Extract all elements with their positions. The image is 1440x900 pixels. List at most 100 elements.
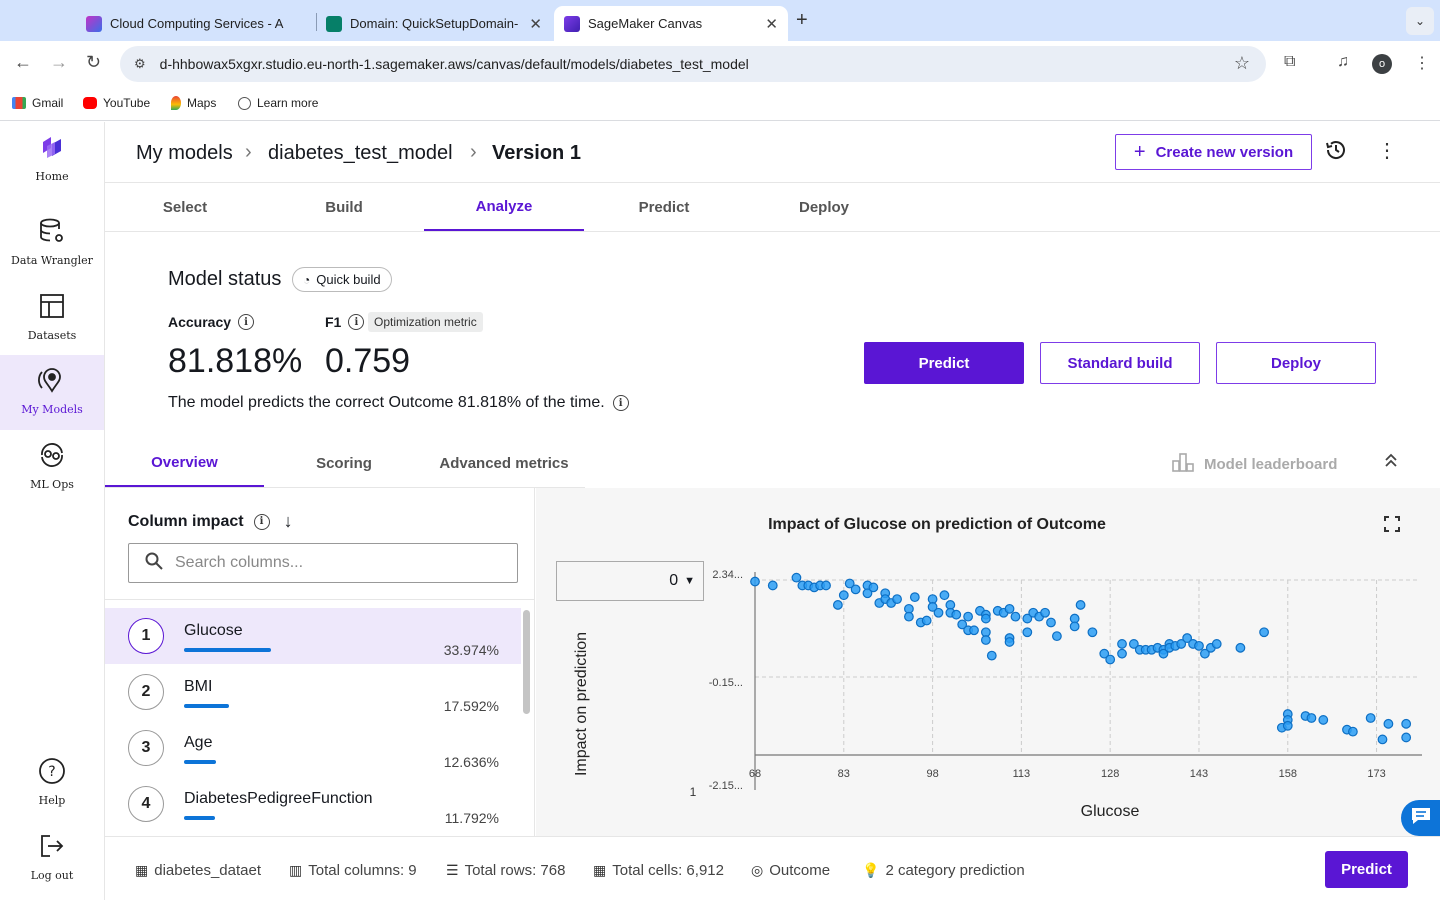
bookmark-learn-more[interactable]: Learn more bbox=[238, 96, 318, 110]
column-row-glucose[interactable]: 1 Glucose 33.974% bbox=[105, 608, 521, 664]
sidebar-item-my-models[interactable]: My Models bbox=[0, 355, 104, 430]
column-row-diabetes-pedigree[interactable]: 4 DiabetesPedigreeFunction 11.792% bbox=[105, 776, 521, 832]
model-leaderboard-button[interactable]: Model leaderboard bbox=[1172, 452, 1337, 476]
back-arrow-icon[interactable]: ← bbox=[14, 52, 32, 73]
tab-scoring[interactable]: Scoring bbox=[264, 440, 424, 487]
scatter-point bbox=[1347, 726, 1358, 737]
info-icon[interactable]: i bbox=[238, 314, 255, 330]
tab-advanced-metrics[interactable]: Advanced metrics bbox=[424, 440, 584, 487]
bookmark-maps[interactable]: Maps bbox=[171, 96, 216, 110]
rank-badge: 2 bbox=[128, 674, 164, 710]
table-icon bbox=[37, 291, 67, 321]
bookmarks-bar: Gmail YouTube Maps Learn more bbox=[0, 87, 1440, 121]
tab-select[interactable]: Select bbox=[105, 183, 265, 231]
site-info-icon[interactable]: ⚙ bbox=[134, 56, 146, 72]
browser-tab-sagemaker[interactable]: SageMaker Canvas ✕ bbox=[554, 6, 788, 41]
sidebar-item-datasets[interactable]: Datasets bbox=[0, 281, 104, 356]
info-icon[interactable]: i bbox=[253, 513, 270, 530]
svg-text:?: ? bbox=[48, 764, 55, 780]
x-tick-label: 143 bbox=[1190, 768, 1208, 780]
standard-build-button[interactable]: Standard build bbox=[1040, 342, 1200, 384]
new-tab-button[interactable]: + bbox=[796, 9, 808, 32]
extensions-puzzle-icon[interactable]: ⧉ bbox=[1284, 53, 1295, 71]
impact-percent: 33.974% bbox=[443, 642, 499, 658]
scatter-point bbox=[951, 609, 962, 620]
footer-prediction-type: 💡 2 category prediction bbox=[862, 862, 1025, 879]
speedometer-icon: ◔ bbox=[303, 272, 311, 287]
tab-search-chevron-icon[interactable]: ⌄ bbox=[1406, 7, 1434, 35]
sidebar-item-log-out[interactable]: Log out bbox=[0, 821, 104, 896]
forward-arrow-icon[interactable]: → bbox=[50, 52, 68, 73]
f1-value: 0.759 bbox=[325, 342, 411, 380]
sidebar-item-ml-ops[interactable]: ML Ops bbox=[0, 430, 104, 505]
browser-tab-domain[interactable]: Domain: QuickSetupDomain- ✕ bbox=[316, 6, 552, 41]
media-control-icon[interactable]: ♫ bbox=[1337, 53, 1349, 71]
collapse-chevrons-icon[interactable] bbox=[1383, 452, 1399, 473]
scatter-point bbox=[892, 594, 902, 604]
scatter-point bbox=[1046, 617, 1056, 628]
impact-bar bbox=[184, 760, 216, 764]
tab-overview[interactable]: Overview bbox=[105, 440, 264, 487]
column-impact-title: Column impact i ↓ bbox=[128, 511, 293, 532]
scatter-point bbox=[921, 615, 932, 626]
search-columns-input[interactable] bbox=[175, 554, 495, 572]
x-tick-label: 83 bbox=[838, 768, 850, 780]
breadcrumb-model[interactable]: diabetes_test_model bbox=[268, 142, 453, 165]
column-row-age[interactable]: 3 Age 12.636% bbox=[105, 720, 521, 776]
bookmark-youtube[interactable]: YouTube bbox=[83, 96, 150, 110]
impact-bar bbox=[184, 816, 215, 820]
impact-bar bbox=[184, 648, 271, 652]
sidebar-item-home[interactable]: Home bbox=[0, 122, 104, 197]
predict-button[interactable]: Predict bbox=[864, 342, 1024, 384]
tab-deploy[interactable]: Deploy bbox=[744, 183, 904, 231]
breadcrumb-my-models[interactable]: My models bbox=[136, 142, 233, 165]
scatter-point bbox=[1306, 713, 1317, 723]
y-axis-title: Impact on prediction bbox=[573, 632, 590, 776]
scatter-point bbox=[986, 650, 997, 661]
sidebar-item-data-wrangler[interactable]: Data Wrangler bbox=[0, 206, 104, 281]
deploy-button[interactable]: Deploy bbox=[1216, 342, 1376, 384]
x-tick-label: 173 bbox=[1367, 768, 1385, 780]
sort-down-arrow-icon[interactable]: ↓ bbox=[284, 511, 293, 532]
create-new-version-button[interactable]: + Create new version bbox=[1115, 134, 1312, 170]
page-header: My models › diabetes_test_model › Versio… bbox=[105, 122, 1440, 183]
youtube-icon bbox=[83, 97, 97, 109]
scatter-point bbox=[1105, 654, 1116, 665]
browser-tab-aws[interactable]: Cloud Computing Services - A bbox=[76, 6, 312, 41]
scatter-point bbox=[1377, 734, 1388, 745]
list-scrollbar[interactable] bbox=[523, 610, 530, 714]
bookmark-star-icon[interactable]: ☆ bbox=[1234, 53, 1250, 74]
scatter-point bbox=[1117, 639, 1127, 649]
tab-predict[interactable]: Predict bbox=[584, 183, 744, 231]
canvas-sidebar: Home Data Wrangler Datasets My Models ML… bbox=[0, 122, 105, 900]
column-row-bmi[interactable]: 2 BMI 17.592% bbox=[105, 664, 521, 720]
close-tab-icon[interactable]: ✕ bbox=[529, 15, 542, 33]
scatter-point bbox=[1117, 648, 1127, 659]
rank-badge: 1 bbox=[128, 618, 164, 654]
address-bar[interactable]: ⚙ d-hhbowax5xgxr.studio.eu-north-1.sagem… bbox=[120, 46, 1266, 82]
history-icon[interactable] bbox=[1325, 139, 1347, 166]
tab-analyze[interactable]: Analyze bbox=[424, 183, 584, 231]
scatter-point bbox=[939, 590, 950, 601]
scatter-point bbox=[1383, 718, 1394, 729]
info-icon[interactable]: i bbox=[612, 395, 629, 411]
scatter-point bbox=[969, 625, 979, 636]
bookmark-gmail[interactable]: Gmail bbox=[12, 96, 63, 110]
tab-build[interactable]: Build bbox=[264, 183, 424, 231]
reload-icon[interactable]: ↻ bbox=[86, 52, 101, 73]
chat-feedback-button[interactable] bbox=[1401, 800, 1440, 836]
scatter-point bbox=[980, 613, 991, 624]
column-name: DiabetesPedigreeFunction bbox=[184, 790, 373, 807]
more-options-icon[interactable]: ⋮ bbox=[1377, 138, 1397, 163]
browser-menu-icon[interactable]: ⋮ bbox=[1414, 53, 1430, 73]
scatter-point bbox=[1235, 642, 1246, 653]
scatter-point bbox=[904, 611, 914, 622]
profile-avatar[interactable]: o bbox=[1372, 54, 1392, 74]
podium-icon bbox=[1172, 452, 1194, 476]
tab-title: Domain: QuickSetupDomain- bbox=[350, 16, 519, 31]
sidebar-item-help[interactable]: ? Help bbox=[0, 746, 104, 821]
scatter-point bbox=[750, 576, 760, 587]
close-tab-icon[interactable]: ✕ bbox=[765, 15, 778, 33]
info-icon[interactable]: i bbox=[348, 314, 365, 330]
footer-predict-button[interactable]: Predict bbox=[1325, 851, 1408, 888]
